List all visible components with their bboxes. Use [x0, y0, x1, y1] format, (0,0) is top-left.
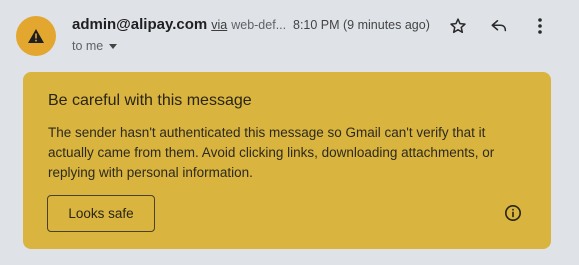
- phishing-warning-banner: Be careful with this message The sender …: [23, 72, 551, 249]
- via-domain: web-def...: [231, 18, 287, 32]
- star-button[interactable]: [444, 12, 472, 40]
- via-link[interactable]: via: [211, 18, 227, 32]
- warning-icon: [28, 29, 44, 43]
- reply-button[interactable]: [485, 12, 513, 40]
- recipient-dropdown[interactable]: to me: [72, 39, 118, 53]
- message-header: admin@alipay.com via web-def... 8:10 PM …: [0, 0, 579, 70]
- more-options-button[interactable]: [526, 12, 554, 40]
- sender-line: admin@alipay.com via web-def...: [72, 16, 286, 33]
- warning-body: The sender hasn't authenticated this mes…: [48, 125, 495, 180]
- recipient-label: to me: [72, 39, 104, 53]
- info-icon: [504, 204, 522, 222]
- sender-avatar: [16, 16, 56, 56]
- warning-title: Be careful with this message: [48, 92, 252, 109]
- info-button[interactable]: [503, 203, 523, 223]
- more-vert-icon: [538, 18, 542, 34]
- message-time: 8:10 PM (9 minutes ago): [293, 18, 430, 32]
- caret-down-icon: [109, 43, 118, 49]
- reply-icon: [491, 20, 507, 32]
- looks-safe-button[interactable]: Looks safe: [47, 195, 155, 232]
- sender-email[interactable]: admin@alipay.com: [72, 16, 207, 33]
- star-icon: [450, 18, 466, 34]
